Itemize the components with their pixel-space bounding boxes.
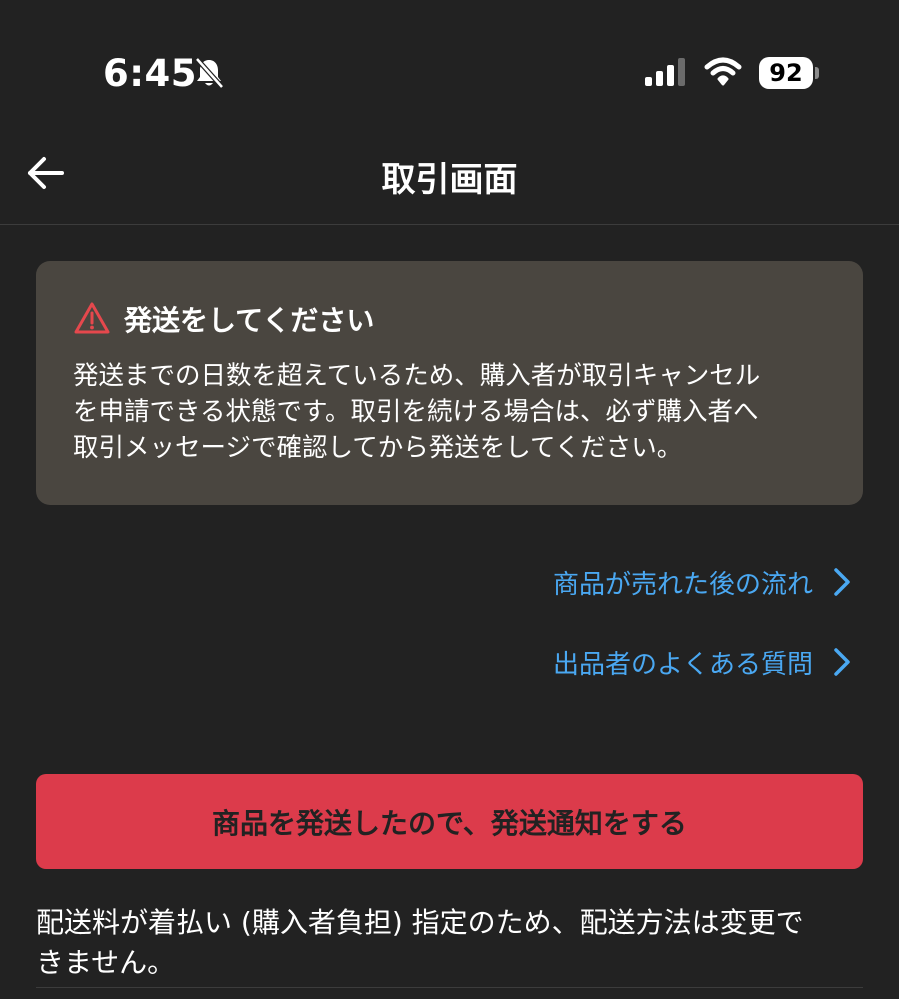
notice-line: 取引メッセージで確認してから発送をしてください。	[73, 433, 683, 463]
note-line: きません。	[36, 946, 176, 979]
battery-level: 92	[759, 57, 813, 89]
warning-triangle-icon	[74, 302, 110, 334]
bottom-divider	[36, 987, 863, 988]
send-shipping-notice-button[interactable]: 商品を発送したので、発送通知をする	[36, 774, 863, 869]
battery-nub	[815, 67, 819, 79]
notice-body: 発送までの日数を超えているため、購入者が取引キャンセル を申請できる状態です。取…	[73, 358, 833, 466]
page-title: 取引画面	[381, 160, 518, 200]
link-after-sale-flow[interactable]: 商品が売れた後の流れ	[553, 562, 851, 602]
chevron-right-icon	[834, 648, 850, 676]
shipping-warning-card: 発送をしてください 発送までの日数を超えているため、購入者が取引キャンセル を申…	[36, 261, 863, 505]
note-line: 配送料が着払い (購入者負担) 指定のため、配送方法は変更で	[36, 906, 804, 939]
battery-icon: 92	[759, 57, 819, 89]
signal-icon	[645, 58, 685, 86]
wifi-icon	[704, 57, 742, 86]
link-label: 商品が売れた後の流れ	[552, 569, 813, 600]
link-label: 出品者のよくある質問	[552, 649, 813, 680]
shipping-method-note: 配送料が着払い (購入者負担) 指定のため、配送方法は変更で きません。	[36, 903, 863, 983]
nav-divider	[0, 224, 899, 225]
notice-line: を申請できる状態です。取引を続ける場合は、必ず購入者へ	[73, 397, 759, 427]
link-seller-faq[interactable]: 出品者のよくある質問	[553, 642, 851, 682]
bell-slash-icon	[195, 57, 224, 89]
notice-line: 発送までの日数を超えているため、購入者が取引キャンセル	[73, 361, 761, 391]
notice-title: 発送をしてください	[124, 304, 375, 337]
transaction-screen: 6:45 92 取引画面 発送をしてください 発送までの日数を超えているため、購…	[0, 0, 899, 999]
status-time: 6:45	[103, 52, 198, 95]
chevron-right-icon	[834, 568, 850, 596]
